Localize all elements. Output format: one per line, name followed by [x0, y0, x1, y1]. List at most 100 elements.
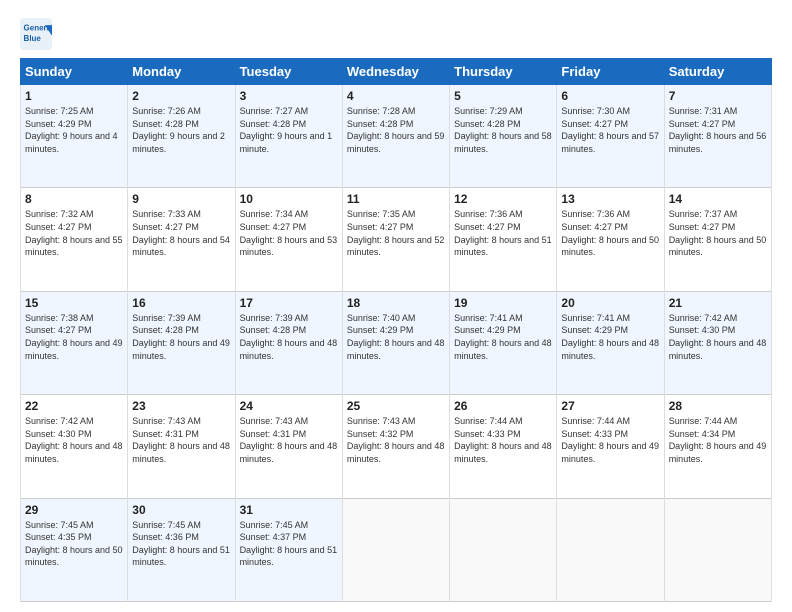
calendar-cell: 11 Sunrise: 7:35 AMSunset: 4:27 PMDayligh…: [342, 188, 449, 291]
calendar-cell: 6 Sunrise: 7:30 AMSunset: 4:27 PMDaylight…: [557, 85, 664, 188]
calendar-table: SundayMondayTuesdayWednesdayThursdayFrid…: [20, 58, 772, 602]
calendar-cell: 13 Sunrise: 7:36 AMSunset: 4:27 PMDayligh…: [557, 188, 664, 291]
calendar-cell: 31 Sunrise: 7:45 AMSunset: 4:37 PMDayligh…: [235, 498, 342, 601]
day-number: 27: [561, 399, 659, 413]
day-number: 31: [240, 503, 338, 517]
weekday-header: Thursday: [450, 59, 557, 85]
day-number: 18: [347, 296, 445, 310]
day-info: Sunrise: 7:42 AMSunset: 4:30 PMDaylight:…: [25, 415, 123, 465]
calendar-cell: 24 Sunrise: 7:43 AMSunset: 4:31 PMDayligh…: [235, 395, 342, 498]
calendar-cell: 22Sunrise: 7:42 AMSunset: 4:30 PMDayligh…: [21, 395, 128, 498]
weekday-header: Sunday: [21, 59, 128, 85]
day-info: Sunrise: 7:39 AMSunset: 4:28 PMDaylight:…: [240, 312, 338, 362]
day-number: 23: [132, 399, 230, 413]
weekday-header: Friday: [557, 59, 664, 85]
calendar-cell: 30 Sunrise: 7:45 AMSunset: 4:36 PMDayligh…: [128, 498, 235, 601]
calendar-week-row: 22Sunrise: 7:42 AMSunset: 4:30 PMDayligh…: [21, 395, 772, 498]
day-info: Sunrise: 7:45 AMSunset: 4:36 PMDaylight:…: [132, 519, 230, 569]
day-number: 4: [347, 89, 445, 103]
day-number: 5: [454, 89, 552, 103]
day-number: 3: [240, 89, 338, 103]
day-number: 29: [25, 503, 123, 517]
calendar-cell: 8 Sunrise: 7:32 AMSunset: 4:27 PMDaylight…: [21, 188, 128, 291]
weekday-header: Wednesday: [342, 59, 449, 85]
day-number: 14: [669, 192, 767, 206]
day-number: 28: [669, 399, 767, 413]
calendar-header-row: SundayMondayTuesdayWednesdayThursdayFrid…: [21, 59, 772, 85]
day-number: 15: [25, 296, 123, 310]
day-number: 21: [669, 296, 767, 310]
day-number: 17: [240, 296, 338, 310]
calendar-cell: 3 Sunrise: 7:27 AMSunset: 4:28 PMDaylight…: [235, 85, 342, 188]
day-info: Sunrise: 7:41 AMSunset: 4:29 PMDaylight:…: [561, 312, 659, 362]
calendar-week-row: 1 Sunrise: 7:25 AMSunset: 4:29 PMDaylight…: [21, 85, 772, 188]
weekday-header: Tuesday: [235, 59, 342, 85]
day-number: 10: [240, 192, 338, 206]
calendar-cell: [342, 498, 449, 601]
day-number: 2: [132, 89, 230, 103]
calendar-week-row: 15 Sunrise: 7:38 AMSunset: 4:27 PMDayligh…: [21, 291, 772, 394]
calendar-cell: 9 Sunrise: 7:33 AMSunset: 4:27 PMDaylight…: [128, 188, 235, 291]
calendar-week-row: 8 Sunrise: 7:32 AMSunset: 4:27 PMDaylight…: [21, 188, 772, 291]
calendar-cell: 21 Sunrise: 7:42 AMSunset: 4:30 PMDayligh…: [664, 291, 771, 394]
day-number: 30: [132, 503, 230, 517]
calendar-cell: 4Sunrise: 7:28 AMSunset: 4:28 PMDaylight…: [342, 85, 449, 188]
day-number: 16: [132, 296, 230, 310]
day-number: 13: [561, 192, 659, 206]
calendar-week-row: 29 Sunrise: 7:45 AMSunset: 4:35 PMDayligh…: [21, 498, 772, 601]
day-info: Sunrise: 7:26 AMSunset: 4:28 PMDaylight:…: [132, 105, 230, 155]
header: General Blue: [20, 18, 772, 50]
day-number: 12: [454, 192, 552, 206]
calendar-cell: 12Sunrise: 7:36 AMSunset: 4:27 PMDayligh…: [450, 188, 557, 291]
day-number: 25: [347, 399, 445, 413]
day-info: Sunrise: 7:25 AMSunset: 4:29 PMDaylight:…: [25, 105, 123, 155]
calendar-cell: 23 Sunrise: 7:43 AMSunset: 4:31 PMDayligh…: [128, 395, 235, 498]
day-number: 11: [347, 192, 445, 206]
calendar-cell: 10 Sunrise: 7:34 AMSunset: 4:27 PMDayligh…: [235, 188, 342, 291]
day-info: Sunrise: 7:45 AMSunset: 4:35 PMDaylight:…: [25, 519, 123, 569]
day-info: Sunrise: 7:30 AMSunset: 4:27 PMDaylight:…: [561, 105, 659, 155]
calendar-cell: 15 Sunrise: 7:38 AMSunset: 4:27 PMDayligh…: [21, 291, 128, 394]
day-info: Sunrise: 7:43 AMSunset: 4:31 PMDaylight:…: [132, 415, 230, 465]
weekday-header: Saturday: [664, 59, 771, 85]
calendar-cell: 20Sunrise: 7:41 AMSunset: 4:29 PMDayligh…: [557, 291, 664, 394]
day-info: Sunrise: 7:43 AMSunset: 4:32 PMDaylight:…: [347, 415, 445, 465]
calendar-cell: 14 Sunrise: 7:37 AMSunset: 4:27 PMDayligh…: [664, 188, 771, 291]
day-number: 19: [454, 296, 552, 310]
day-info: Sunrise: 7:40 AMSunset: 4:29 PMDaylight:…: [347, 312, 445, 362]
weekday-header: Monday: [128, 59, 235, 85]
day-info: Sunrise: 7:44 AMSunset: 4:33 PMDaylight:…: [454, 415, 552, 465]
svg-text:Blue: Blue: [24, 34, 42, 43]
day-info: Sunrise: 7:32 AMSunset: 4:27 PMDaylight:…: [25, 208, 123, 258]
calendar-cell: 2 Sunrise: 7:26 AMSunset: 4:28 PMDaylight…: [128, 85, 235, 188]
calendar-cell: [450, 498, 557, 601]
day-number: 9: [132, 192, 230, 206]
calendar-cell: 27Sunrise: 7:44 AMSunset: 4:33 PMDayligh…: [557, 395, 664, 498]
calendar-cell: [664, 498, 771, 601]
day-number: 26: [454, 399, 552, 413]
day-number: 6: [561, 89, 659, 103]
calendar-cell: [557, 498, 664, 601]
day-info: Sunrise: 7:43 AMSunset: 4:31 PMDaylight:…: [240, 415, 338, 465]
day-info: Sunrise: 7:39 AMSunset: 4:28 PMDaylight:…: [132, 312, 230, 362]
calendar-cell: 17 Sunrise: 7:39 AMSunset: 4:28 PMDayligh…: [235, 291, 342, 394]
day-number: 1: [25, 89, 123, 103]
day-info: Sunrise: 7:41 AMSunset: 4:29 PMDaylight:…: [454, 312, 552, 362]
logo: General Blue: [20, 18, 52, 50]
day-number: 8: [25, 192, 123, 206]
day-info: Sunrise: 7:38 AMSunset: 4:27 PMDaylight:…: [25, 312, 123, 362]
calendar-cell: 28Sunrise: 7:44 AMSunset: 4:34 PMDayligh…: [664, 395, 771, 498]
day-info: Sunrise: 7:35 AMSunset: 4:27 PMDaylight:…: [347, 208, 445, 258]
day-number: 24: [240, 399, 338, 413]
day-info: Sunrise: 7:29 AMSunset: 4:28 PMDaylight:…: [454, 105, 552, 155]
calendar-cell: 26 Sunrise: 7:44 AMSunset: 4:33 PMDayligh…: [450, 395, 557, 498]
day-info: Sunrise: 7:42 AMSunset: 4:30 PMDaylight:…: [669, 312, 767, 362]
day-info: Sunrise: 7:33 AMSunset: 4:27 PMDaylight:…: [132, 208, 230, 258]
day-info: Sunrise: 7:34 AMSunset: 4:27 PMDaylight:…: [240, 208, 338, 258]
day-info: Sunrise: 7:45 AMSunset: 4:37 PMDaylight:…: [240, 519, 338, 569]
calendar-cell: 5 Sunrise: 7:29 AMSunset: 4:28 PMDaylight…: [450, 85, 557, 188]
day-info: Sunrise: 7:37 AMSunset: 4:27 PMDaylight:…: [669, 208, 767, 258]
day-info: Sunrise: 7:27 AMSunset: 4:28 PMDaylight:…: [240, 105, 338, 155]
calendar-cell: 1 Sunrise: 7:25 AMSunset: 4:29 PMDaylight…: [21, 85, 128, 188]
day-info: Sunrise: 7:36 AMSunset: 4:27 PMDaylight:…: [561, 208, 659, 258]
